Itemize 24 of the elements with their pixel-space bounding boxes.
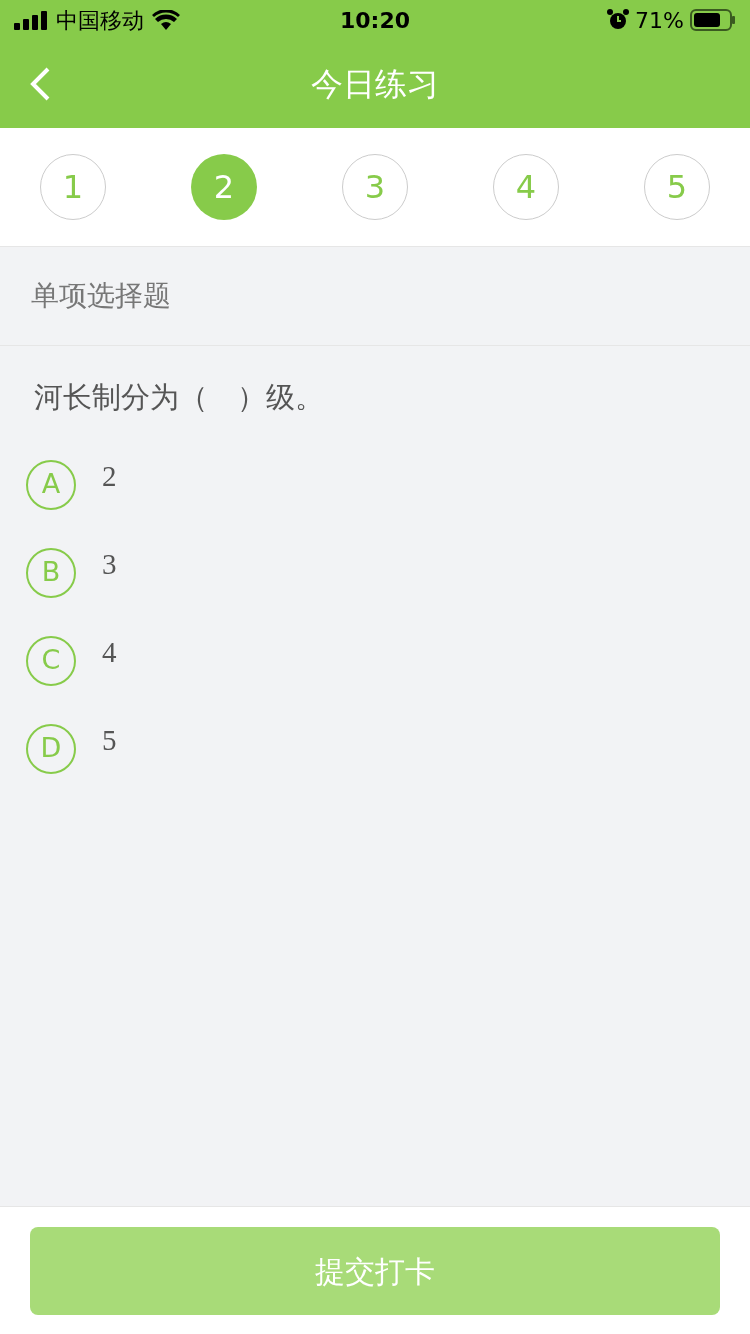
option-text: 5	[102, 723, 117, 755]
clock-time: 10:20	[340, 6, 410, 35]
wifi-icon	[152, 10, 180, 30]
option-text: 2	[102, 459, 117, 491]
option-letter[interactable]: A	[26, 459, 76, 510]
back-icon	[28, 66, 52, 102]
option-text: 3	[102, 547, 117, 579]
carrier-name: 中国移动	[56, 6, 144, 35]
alarm-icon	[607, 9, 630, 31]
signal-icon	[14, 10, 48, 30]
option-letter[interactable]: B	[26, 547, 76, 598]
option-letter[interactable]: C	[26, 635, 76, 686]
question-number[interactable]: 2	[191, 154, 257, 220]
battery-icon	[690, 9, 736, 31]
option-text: 4	[102, 635, 117, 667]
section-heading: 单项选择题	[31, 278, 171, 314]
option-letter[interactable]: D	[26, 723, 76, 774]
question-number[interactable]: 1	[40, 154, 106, 220]
question-number[interactable]: 5	[644, 154, 710, 220]
question-number[interactable]: 4	[493, 154, 559, 220]
battery-percent: 71%	[635, 6, 684, 35]
question-number[interactable]: 3	[342, 154, 408, 220]
page-title: 今日练习	[311, 64, 439, 105]
question-text: 河长制分为（ ）级。	[34, 380, 324, 414]
